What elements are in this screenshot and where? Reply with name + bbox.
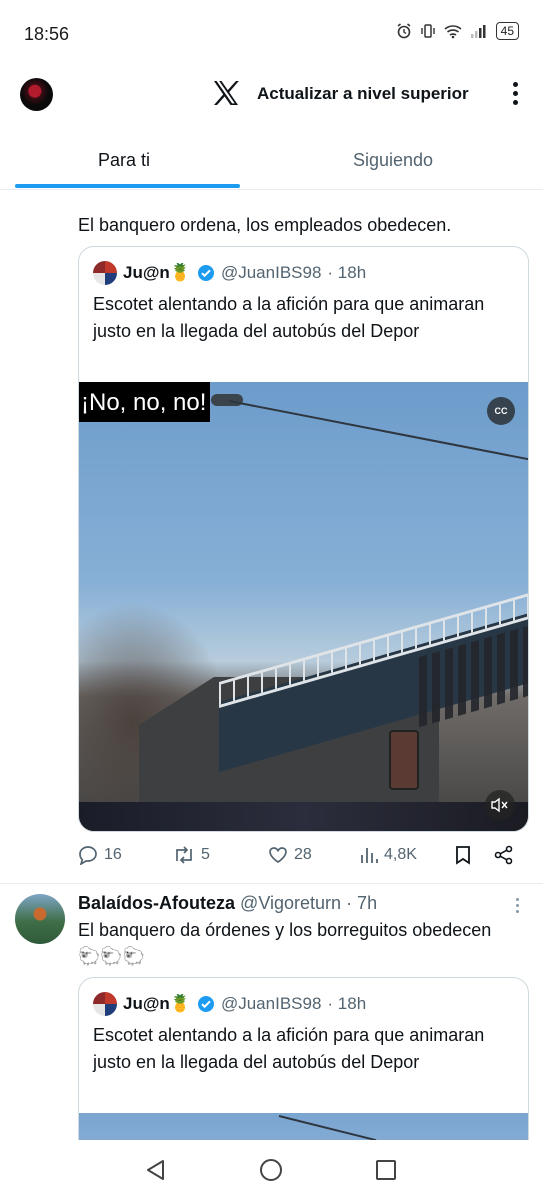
- feed-tabs: Para ti Siguiendo: [0, 130, 543, 190]
- quoted-tweet[interactable]: Ju@n🍍 @JuanIBS98 · 18h Escotet alentando…: [78, 246, 529, 832]
- tweet-header: Balaídos-Afouteza @Vigoreturn · 7h: [78, 891, 377, 915]
- quoted-author-name[interactable]: Ju@n🍍: [123, 994, 191, 1014]
- recent-apps-icon[interactable]: [375, 1159, 397, 1181]
- quoted-tweet-text: Escotet alentando a la afición para que …: [93, 294, 485, 341]
- x-logo-icon: [214, 81, 239, 105]
- author-avatar[interactable]: [15, 894, 65, 944]
- video-caption: ¡No, no, no!: [79, 382, 211, 422]
- retweet-button[interactable]: 5: [173, 845, 210, 865]
- video-frame-phone: [389, 730, 419, 790]
- more-options-icon[interactable]: [505, 80, 525, 108]
- mute-button[interactable]: [485, 790, 515, 820]
- quoted-author-handle[interactable]: @JuanIBS98: [221, 263, 321, 283]
- tweet-actions: 16 5 28 4,8K: [78, 845, 528, 871]
- status-bar: 18:56 45: [0, 0, 543, 70]
- heart-icon: [269, 847, 287, 864]
- app-header: Actualizar a nivel superior: [0, 70, 543, 120]
- reply-count: 16: [104, 846, 122, 863]
- bookmark-button[interactable]: [454, 845, 472, 865]
- back-icon[interactable]: [144, 1158, 168, 1182]
- quoted-tweet-header: Ju@n🍍 @JuanIBS98 · 18h: [93, 261, 366, 285]
- tab-siguiendo[interactable]: Siguiendo: [353, 150, 433, 171]
- tweet-text: El banquero ordena, los empleados obedec…: [78, 215, 452, 235]
- alarm-icon: [397, 23, 411, 39]
- quoted-avatar[interactable]: [93, 992, 117, 1016]
- system-nav-bar: [0, 1140, 543, 1200]
- views-count: 4,8K: [384, 846, 417, 863]
- home-icon[interactable]: [259, 1158, 283, 1182]
- verified-badge-icon: [197, 265, 214, 281]
- muted-speaker-icon: [491, 797, 508, 813]
- views-icon: [361, 848, 378, 863]
- tab-para-ti[interactable]: Para ti: [98, 150, 150, 171]
- status-time: 18:56: [24, 24, 70, 44]
- share-button[interactable]: [494, 845, 514, 865]
- reply-icon: [79, 846, 97, 865]
- like-button[interactable]: 28: [268, 845, 312, 865]
- author-name[interactable]: Balaídos-Afouteza: [78, 893, 235, 913]
- profile-avatar[interactable]: [20, 78, 53, 111]
- wifi-icon: [444, 25, 462, 39]
- quoted-tweet-header: Ju@n🍍 @JuanIBS98 · 18h: [93, 992, 366, 1016]
- video-frame-foreground: [79, 802, 528, 831]
- like-count: 28: [294, 846, 312, 863]
- quoted-timestamp: · 18h: [327, 994, 367, 1013]
- vibrate-icon: [420, 24, 435, 38]
- views-button[interactable]: 4,8K: [360, 845, 417, 865]
- battery-indicator: 45: [495, 22, 519, 40]
- retweet-icon: [176, 846, 192, 864]
- active-tab-indicator: [15, 184, 240, 188]
- upgrade-button[interactable]: Actualizar a nivel superior: [257, 84, 469, 104]
- quoted-author-name[interactable]: Ju@n🍍: [123, 263, 191, 283]
- video-frame-lamp: [211, 394, 243, 406]
- video-frame-wire: [278, 1115, 377, 1142]
- tweet-more-icon[interactable]: [514, 896, 522, 916]
- tweet-divider: [0, 883, 543, 884]
- status-icons: 45: [396, 22, 519, 40]
- closed-captions-button[interactable]: CC: [487, 397, 515, 425]
- quoted-timestamp: · 18h: [327, 263, 367, 282]
- retweet-count: 5: [201, 846, 210, 863]
- tweet-text: El banquero da órdenes y los borreguitos…: [78, 920, 492, 966]
- author-handle[interactable]: @Vigoreturn: [240, 893, 341, 913]
- tweet-timestamp: · 7h: [346, 893, 378, 913]
- verified-badge-icon: [197, 996, 214, 1012]
- bookmark-icon: [456, 846, 470, 865]
- reply-button[interactable]: 16: [78, 845, 122, 865]
- quoted-avatar[interactable]: [93, 261, 117, 285]
- quoted-author-handle[interactable]: @JuanIBS98: [221, 994, 321, 1014]
- signal-icon: [470, 25, 486, 38]
- quoted-tweet-text: Escotet alentando a la afición para que …: [93, 1025, 485, 1072]
- video-frame-wire: [228, 400, 528, 462]
- video-player[interactable]: ¡No, no, no! CC: [79, 382, 528, 831]
- share-icon: [494, 845, 513, 865]
